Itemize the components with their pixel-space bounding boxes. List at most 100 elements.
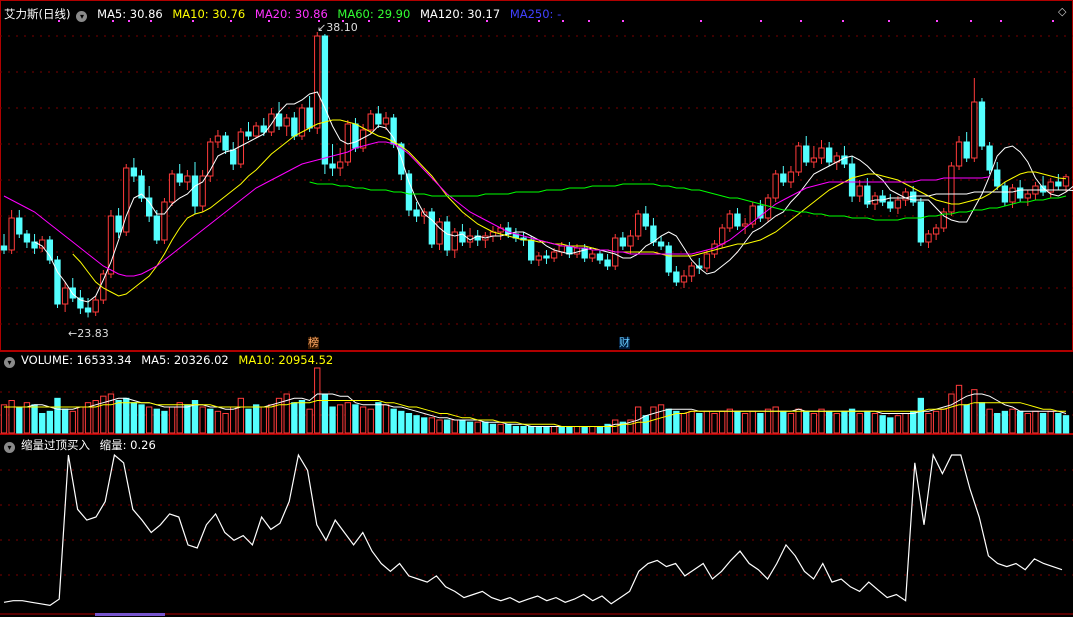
candle-body xyxy=(8,217,15,251)
volume-label: VOLUME: 16533.34 xyxy=(21,353,132,367)
candle-body xyxy=(443,221,451,251)
candle-body xyxy=(237,131,245,165)
volume-bar xyxy=(803,410,810,434)
price-panel-frame xyxy=(0,0,1073,351)
candle-body xyxy=(619,237,627,247)
volume-bar xyxy=(77,406,84,434)
volume-bar xyxy=(306,408,313,434)
volume-bar xyxy=(39,413,46,434)
volume-bar xyxy=(711,413,718,434)
volume-bar xyxy=(69,410,76,434)
volume-bar xyxy=(703,410,711,434)
volume-bar xyxy=(443,419,451,434)
candle-body xyxy=(115,215,122,233)
candle-body xyxy=(596,253,604,261)
settings-icon[interactable]: ▾ xyxy=(76,11,88,22)
candle-body xyxy=(23,233,31,243)
candle-body xyxy=(191,175,199,207)
candle-body xyxy=(856,185,863,197)
volume-bar xyxy=(115,400,122,434)
candle-body xyxy=(161,201,168,241)
candle-body xyxy=(925,233,932,243)
volume-bar xyxy=(398,410,405,434)
volume-bar xyxy=(910,410,917,434)
volume-bar xyxy=(252,404,260,434)
volume-bar xyxy=(298,400,306,434)
volume-bar xyxy=(757,413,764,434)
candle-body xyxy=(69,287,76,299)
volume-bar xyxy=(566,426,573,434)
volume-bar xyxy=(161,410,168,434)
candle-body xyxy=(741,223,749,227)
candle-body xyxy=(1024,193,1031,199)
volume-settings-icon[interactable]: ▾ xyxy=(4,357,15,368)
candle-body xyxy=(749,205,756,225)
volume-bar xyxy=(130,402,138,434)
volume-bar xyxy=(436,419,443,434)
candle-body xyxy=(550,251,558,259)
candle-body xyxy=(986,145,993,171)
cai-marker[interactable]: 财 xyxy=(619,337,630,349)
candle-body xyxy=(848,163,856,197)
volume-bar xyxy=(726,408,734,434)
bang-marker[interactable]: 榜 xyxy=(308,337,319,349)
ma10-line xyxy=(72,119,1067,297)
event-dot xyxy=(842,20,844,22)
candle-body xyxy=(932,227,940,235)
candle-body xyxy=(780,173,787,183)
volume-bar xyxy=(680,413,688,434)
candle-body xyxy=(268,113,275,133)
candle-body xyxy=(184,175,191,183)
candle-body xyxy=(291,117,298,137)
candle-body xyxy=(413,209,420,217)
candle-body xyxy=(61,287,69,305)
volume-bar xyxy=(145,406,153,434)
volume-bar xyxy=(550,426,558,434)
candle-body xyxy=(214,135,222,143)
candle-body xyxy=(650,225,657,243)
indicator-line xyxy=(3,452,1063,607)
chart-canvas[interactable] xyxy=(0,0,1073,617)
volume-bar xyxy=(948,393,955,434)
volume-bar xyxy=(230,406,237,434)
volume-bar xyxy=(428,417,436,434)
candle-body xyxy=(719,227,726,245)
ma5-line xyxy=(34,91,1073,303)
volume-bar xyxy=(344,402,351,434)
volume-bar xyxy=(795,408,802,434)
volume-bar xyxy=(787,413,795,434)
candle-body xyxy=(787,171,795,183)
volume-bar xyxy=(222,413,229,434)
volume-bar xyxy=(352,404,359,434)
candle-body xyxy=(321,35,329,165)
volume-bar xyxy=(16,406,23,434)
volume-bar xyxy=(260,406,267,434)
ma120-label: MA120: 30.17 xyxy=(419,7,501,21)
volume-bar xyxy=(54,397,61,434)
event-dot xyxy=(1000,20,1002,22)
candle-body xyxy=(230,149,237,165)
volume-bar xyxy=(46,410,54,434)
indicator-settings-icon[interactable]: ▾ xyxy=(4,442,15,453)
volume-bar xyxy=(871,413,879,434)
candle-body xyxy=(734,213,741,227)
candle-body xyxy=(1009,187,1016,203)
indicator-panel-header: ▾ 缩量过顶买入 缩量: 0.26 xyxy=(4,437,162,453)
volume-bar xyxy=(1001,410,1009,434)
candle-body xyxy=(627,235,634,247)
candle-body xyxy=(252,125,260,137)
volume-bar xyxy=(657,404,665,434)
candle-body xyxy=(451,231,458,251)
volume-bar xyxy=(1024,413,1031,434)
volume-bar xyxy=(810,413,818,434)
volume-bar xyxy=(359,406,367,434)
volume-bar xyxy=(894,415,902,434)
volume-bar xyxy=(581,426,588,434)
candle-body xyxy=(688,265,695,277)
candle-body xyxy=(428,211,436,245)
volume-bar xyxy=(329,406,336,434)
expand-diamond-icon[interactable]: ◇ xyxy=(1058,6,1066,18)
candle-body xyxy=(971,101,978,159)
volume-bar xyxy=(673,410,680,434)
volume-bar xyxy=(505,423,512,434)
